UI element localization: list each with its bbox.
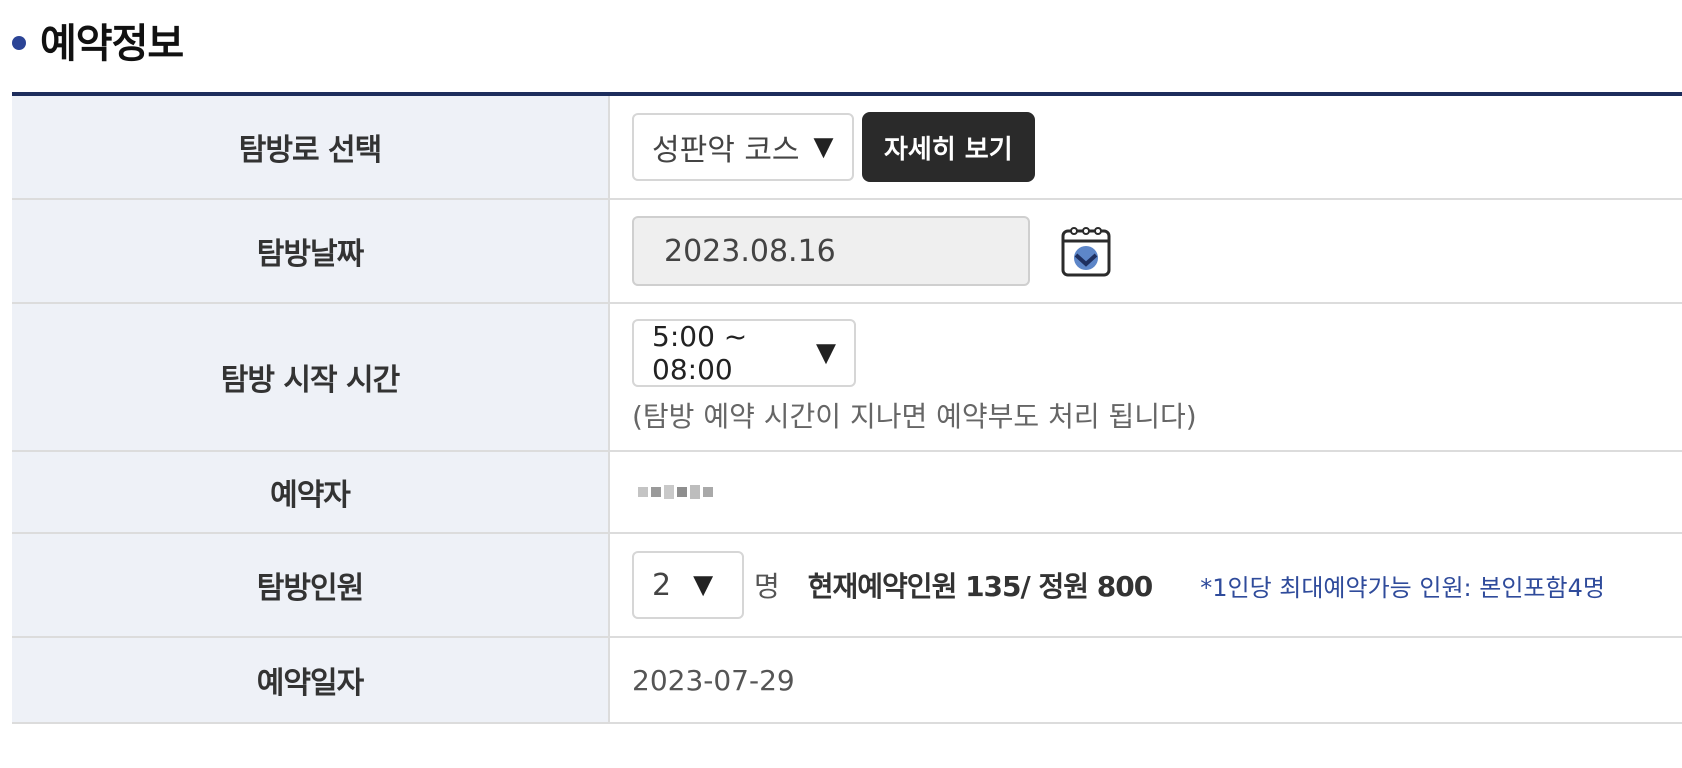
reserved-on-value: 2023-07-29: [632, 663, 795, 697]
headcount-status: 현재예약인원 135/ 정원 800: [807, 570, 1153, 603]
start-time-note: (탐방 예약 시간이 지나면 예약부도 처리 됩니다): [632, 400, 1197, 433]
section-header: 예약정보: [12, 10, 184, 70]
start-time-label: 탐방 시작 시간: [12, 304, 610, 450]
calendar-icon[interactable]: [1060, 223, 1112, 279]
start-time-select[interactable]: 5:00 ~ 08:00 ▼: [632, 319, 856, 387]
headcount-select[interactable]: 2 ▼: [632, 551, 744, 619]
reserver-name-redacted: [638, 485, 713, 499]
headcount-label: 탐방인원: [12, 534, 610, 636]
chevron-down-icon: ▼: [693, 570, 714, 600]
date-input[interactable]: 2023.08.16: [632, 216, 1030, 286]
headcount-limit-note: *1인당 최대예약가능 인원: 본인포함4명: [1200, 573, 1605, 602]
section-title: 예약정보: [40, 21, 184, 67]
course-detail-button[interactable]: 자세히 보기: [862, 112, 1035, 182]
headcount-value-cell: 2 ▼ 명 현재예약인원 135/ 정원 800 *1인당 최대예약가능 인원:…: [610, 534, 1682, 636]
reserver-value-cell: [610, 452, 1682, 532]
reservation-form-table: 탐방로 선택 성판악 코스 ▼ 자세히 보기 탐방날짜 2023.08.16 탐…: [12, 92, 1682, 724]
reserved-on-value-cell: 2023-07-29: [610, 638, 1682, 722]
course-select[interactable]: 성판악 코스 ▼: [632, 113, 854, 181]
chevron-down-icon: ▼: [816, 338, 836, 368]
bullet-icon: [12, 36, 26, 50]
row-reserver: 예약자: [12, 452, 1682, 534]
reserved-on-label: 예약일자: [12, 638, 610, 722]
row-reserved-on: 예약일자 2023-07-29: [12, 638, 1682, 724]
course-value-cell: 성판악 코스 ▼ 자세히 보기: [610, 96, 1682, 198]
headcount-unit: 명: [754, 570, 780, 603]
course-label: 탐방로 선택: [12, 96, 610, 198]
row-course: 탐방로 선택 성판악 코스 ▼ 자세히 보기: [12, 96, 1682, 200]
start-time-value-cell: 5:00 ~ 08:00 ▼ (탐방 예약 시간이 지나면 예약부도 처리 됩니…: [610, 304, 1682, 450]
course-select-value: 성판악 코스: [652, 133, 800, 168]
reserver-label: 예약자: [12, 452, 610, 532]
date-value-cell: 2023.08.16: [610, 200, 1682, 302]
row-start-time: 탐방 시작 시간 5:00 ~ 08:00 ▼ (탐방 예약 시간이 지나면 예…: [12, 304, 1682, 452]
headcount-select-value: 2: [652, 567, 672, 603]
row-date: 탐방날짜 2023.08.16: [12, 200, 1682, 304]
chevron-down-icon: ▼: [813, 132, 834, 162]
date-label: 탐방날짜: [12, 200, 610, 302]
row-headcount: 탐방인원 2 ▼ 명 현재예약인원 135/ 정원 800 *1인당 최대예약가…: [12, 534, 1682, 638]
start-time-select-value: 5:00 ~ 08:00: [652, 320, 748, 386]
